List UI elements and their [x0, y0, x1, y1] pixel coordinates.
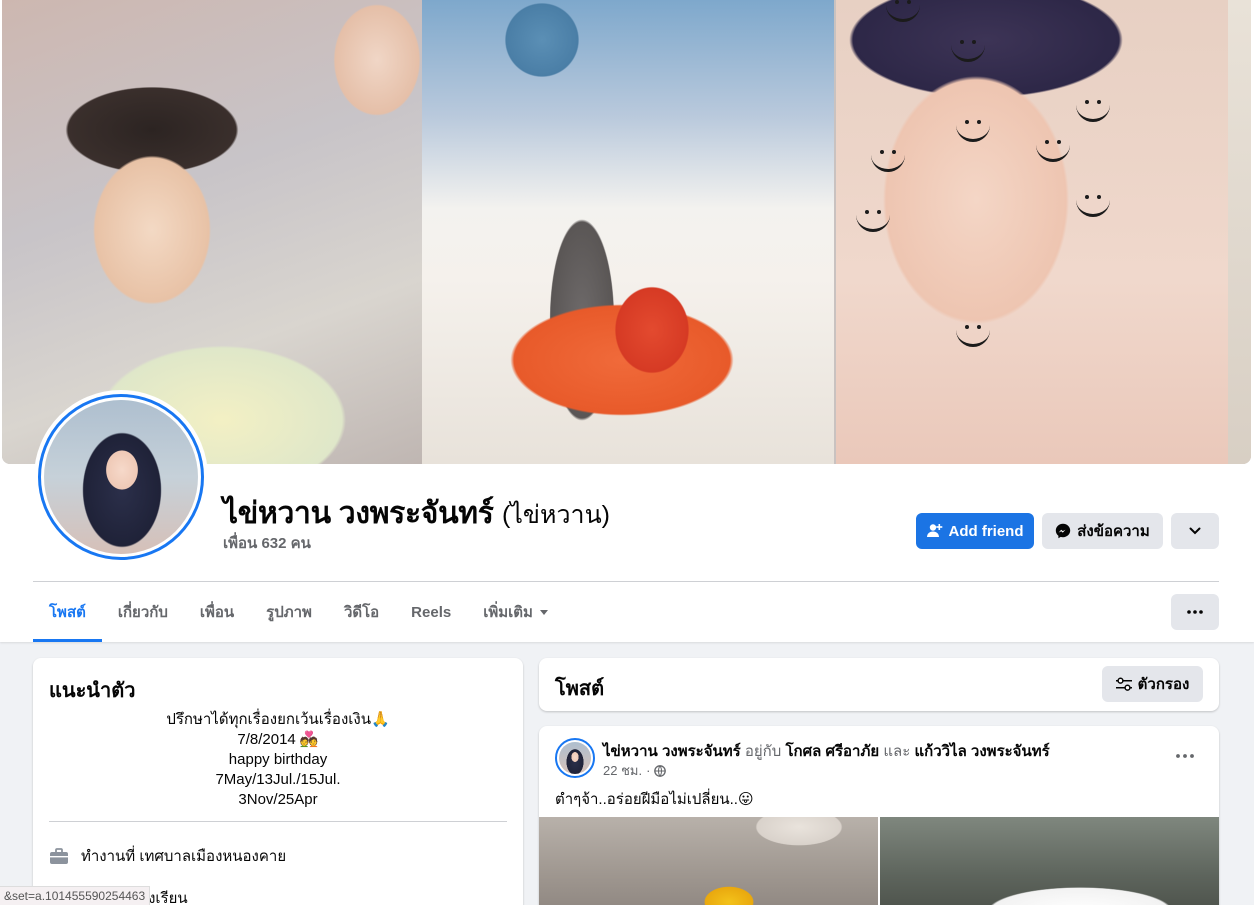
post-meta: 22 ชม. ·: [603, 760, 667, 781]
tab-label: เกี่ยวกับ: [117, 604, 168, 621]
tab-label: วิดีโอ: [343, 604, 380, 621]
profile-alternate-name: (ไข่หวาน): [502, 501, 610, 529]
smiley-doodle-icon: [1076, 195, 1110, 217]
post-author-link[interactable]: ไข่หวาน วงพระจันทร์: [603, 743, 741, 760]
tab-label: รูปภาพ: [266, 604, 312, 621]
tagged-person-link[interactable]: แก้ววิไล วงพระจันทร์: [914, 743, 1049, 760]
intro-card: แนะนำตัว ปรึกษาได้ทุกเรื่องยกเว้นเรื่องเ…: [33, 658, 523, 905]
avatar: [559, 742, 591, 774]
post-with-text: อยู่กับ: [744, 743, 782, 760]
post-options-button[interactable]: [1165, 738, 1205, 774]
intro-title: แนะนำตัว: [49, 680, 136, 702]
add-friend-label: Add friend: [948, 522, 1024, 540]
tab-reels[interactable]: Reels: [395, 582, 467, 642]
ellipsis-icon: [1187, 610, 1203, 614]
smiley-doodle-icon: [856, 210, 890, 232]
smiley-doodle-icon: [871, 150, 905, 172]
tab-posts[interactable]: โพสต์: [33, 582, 102, 642]
post-author-avatar[interactable]: [555, 738, 595, 778]
more-options-button[interactable]: [1171, 513, 1219, 549]
smiley-doodle-icon: [951, 40, 985, 62]
post-photo[interactable]: [880, 817, 1219, 905]
avatar: [44, 400, 198, 554]
work-text: ทำงานที่ เทศบาลเมืองหนองคาย: [81, 848, 287, 865]
tab-label: Reels: [411, 603, 452, 621]
post-timestamp[interactable]: 22 ชม.: [603, 760, 642, 781]
message-label: ส่งข้อความ: [1077, 523, 1150, 540]
post-and-text: และ: [883, 743, 911, 760]
chevron-down-icon: [1189, 527, 1201, 535]
meta-separator: ·: [646, 763, 651, 778]
tab-friends[interactable]: เพื่อน: [184, 582, 250, 642]
smiley-doodle-icon: [956, 120, 990, 142]
profile-tabs: โพสต์ เกี่ยวกับ เพื่อน รูปภาพ วิดีโอ Ree…: [33, 582, 565, 642]
post-card: ไข่หวาน วงพระจันทร์ อยู่กับ โกศล ศรีอาภั…: [539, 726, 1219, 905]
profile-header: ไข่หวาน วงพระจันทร์ (ไข่หวาน) เพื่อน 632…: [0, 0, 1254, 642]
tab-photos[interactable]: รูปภาพ: [250, 582, 328, 642]
posts-header-card: โพสต์ ตัวกรอง: [539, 658, 1219, 711]
add-person-icon: [926, 524, 942, 537]
tab-label: โพสต์: [49, 604, 86, 621]
profile-overflow-button[interactable]: [1171, 594, 1219, 630]
profile-name: ไข่หวาน วงพระจันทร์: [223, 497, 494, 530]
tab-more[interactable]: เพิ่มเติม: [467, 582, 565, 642]
bio-line: happy birthday: [228, 751, 328, 768]
globe-icon[interactable]: [654, 764, 667, 777]
filter-label: ตัวกรอง: [1137, 676, 1190, 693]
filter-button[interactable]: ตัวกรอง: [1102, 666, 1203, 702]
intro-divider: [49, 821, 507, 822]
message-button[interactable]: ส่งข้อความ: [1042, 513, 1163, 549]
post-header: ไข่หวาน วงพระจันทร์ อยู่กับ โกศล ศรีอาภั…: [603, 739, 1050, 763]
post-text: ตำๆจ้า..อร่อยฝีมือไม่เปลี่ยน..😛: [555, 791, 754, 808]
tab-about[interactable]: เกี่ยวกับ: [102, 582, 184, 642]
bio-line: 3Nov/25Apr: [238, 791, 318, 808]
cover-collage-panel-4: [1228, 0, 1251, 464]
friend-count-link[interactable]: เพื่อน 632 คน: [223, 531, 311, 555]
smiley-doodle-icon: [886, 0, 920, 22]
tab-label: เพื่อน: [199, 604, 235, 621]
tab-videos[interactable]: วิดีโอ: [328, 582, 395, 642]
intro-bio: ปรึกษาได้ทุกเรื่องยกเว้นเรื่องเงิน🙏 7/8/…: [49, 710, 507, 810]
caret-down-icon: [539, 610, 548, 615]
cover-collage-panel-2: [422, 0, 834, 464]
cover-collage-panel-1: [2, 0, 422, 464]
bio-line: 7/8/2014 💑: [237, 731, 319, 748]
smiley-doodle-icon: [1076, 100, 1110, 122]
bio-line: 7May/13Jul./15Jul.: [215, 771, 341, 788]
filter-sliders-icon: [1115, 677, 1132, 691]
posts-title: โพสต์: [555, 678, 605, 700]
smiley-doodle-icon: [956, 325, 990, 347]
profile-name-row: ไข่หวาน วงพระจันทร์ (ไข่หวาน): [223, 490, 610, 537]
cover-collage-panel-3: [836, 0, 1228, 464]
messenger-icon: [1056, 523, 1071, 539]
post-photo-grid: [539, 817, 1219, 905]
work-info: ทำงานที่ เทศบาลเมืองหนองคาย: [49, 844, 286, 868]
cover-photo[interactable]: [2, 0, 1251, 464]
tab-label: เพิ่มเติม: [483, 604, 533, 621]
tagged-person-link[interactable]: โกศล ศรีอาภัย: [785, 743, 879, 760]
add-friend-button[interactable]: Add friend: [916, 513, 1034, 549]
ellipsis-icon: [1176, 754, 1194, 758]
story-ring: [38, 394, 204, 560]
smiley-doodle-icon: [1036, 140, 1070, 162]
bio-line: ปรึกษาได้ทุกเรื่องยกเว้นเรื่องเงิน🙏: [166, 711, 390, 728]
briefcase-icon: [49, 847, 69, 865]
browser-status-url: &set=a.101455590254463: [0, 886, 151, 905]
profile-picture[interactable]: [34, 390, 208, 564]
post-photo[interactable]: [539, 817, 878, 905]
